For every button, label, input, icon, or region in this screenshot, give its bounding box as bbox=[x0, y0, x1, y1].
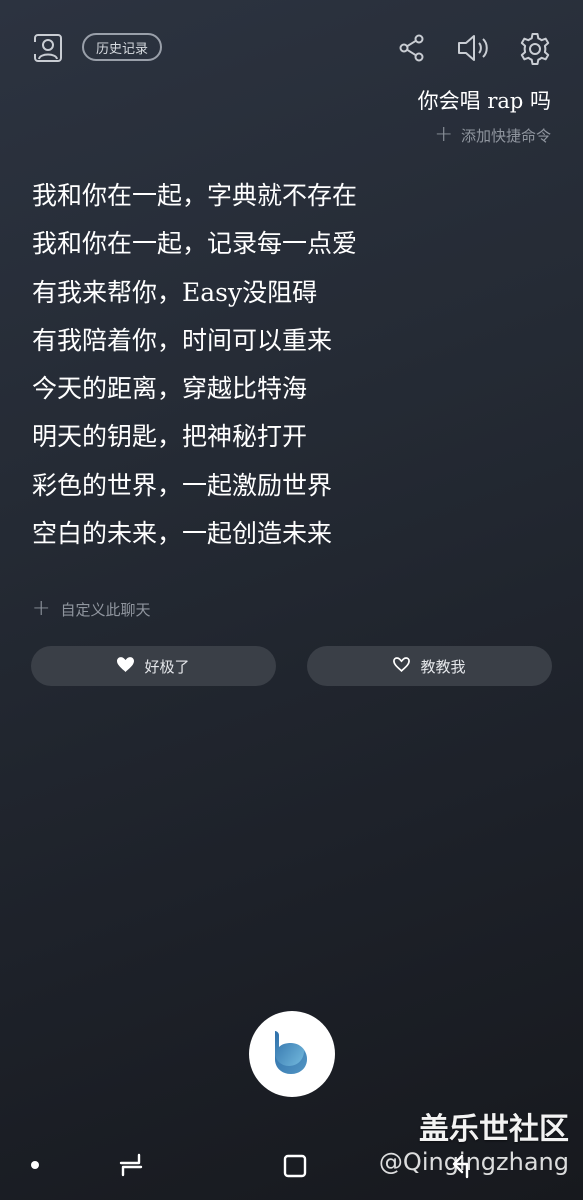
lyric-line: 今天的距离，穿越比特海 bbox=[32, 374, 308, 404]
teach-me-label: 教教我 bbox=[420, 657, 466, 676]
volume-icon[interactable] bbox=[456, 32, 492, 64]
customize-chat-label: 自定义此聊天 bbox=[60, 600, 151, 619]
plus-icon: + bbox=[32, 596, 51, 621]
recent-apps-button[interactable] bbox=[116, 1151, 146, 1179]
lyric-line: 我和你在一起，记录每一点爱 bbox=[32, 229, 358, 259]
bixby-logo-icon bbox=[267, 1027, 317, 1081]
response-lyrics: 我和你在一起，字典就不存在 我和你在一起，记录每一点爱 有我来帮你，Easy没阻… bbox=[32, 172, 552, 558]
lyric-line: 有我来帮你，Easy没阻碍 bbox=[32, 277, 318, 307]
lyric-line: 彩色的世界，一起激励世界 bbox=[32, 470, 333, 500]
user-query: 你会唱 rap 吗 bbox=[417, 89, 551, 113]
nav-indicator-dot bbox=[31, 1161, 39, 1169]
heart-outline-icon bbox=[393, 656, 411, 676]
gear-icon[interactable] bbox=[517, 31, 553, 67]
add-shortcut-label: 添加快捷命令 bbox=[460, 126, 551, 145]
bixby-voice-button[interactable] bbox=[249, 1011, 335, 1097]
profile-icon[interactable] bbox=[32, 32, 64, 64]
like-label: 好极了 bbox=[144, 657, 190, 676]
heart-filled-icon bbox=[117, 656, 135, 676]
home-button[interactable] bbox=[280, 1151, 310, 1181]
watermark-user: @Qingingzhang bbox=[378, 1148, 569, 1176]
lyric-line: 有我陪着你，时间可以重来 bbox=[32, 325, 333, 355]
lyric-line: 我和你在一起，字典就不存在 bbox=[32, 181, 358, 210]
customize-chat-button[interactable]: + 自定义此聊天 bbox=[32, 598, 150, 620]
share-icon[interactable] bbox=[398, 33, 426, 63]
like-button[interactable]: 好极了 bbox=[31, 646, 276, 686]
watermark-site: 盖乐世社区 bbox=[419, 1112, 569, 1147]
lyric-line: 明天的钥匙，把神秘打开 bbox=[32, 422, 308, 452]
history-label: 历史记录 bbox=[96, 41, 149, 57]
history-button[interactable]: 历史记录 bbox=[82, 33, 163, 61]
plus-icon: + bbox=[434, 122, 453, 147]
add-shortcut-button[interactable]: + 添加快捷命令 bbox=[435, 124, 551, 146]
teach-me-button[interactable]: 教教我 bbox=[307, 646, 552, 686]
lyric-line: 空白的未来，一起创造未来 bbox=[32, 519, 333, 549]
